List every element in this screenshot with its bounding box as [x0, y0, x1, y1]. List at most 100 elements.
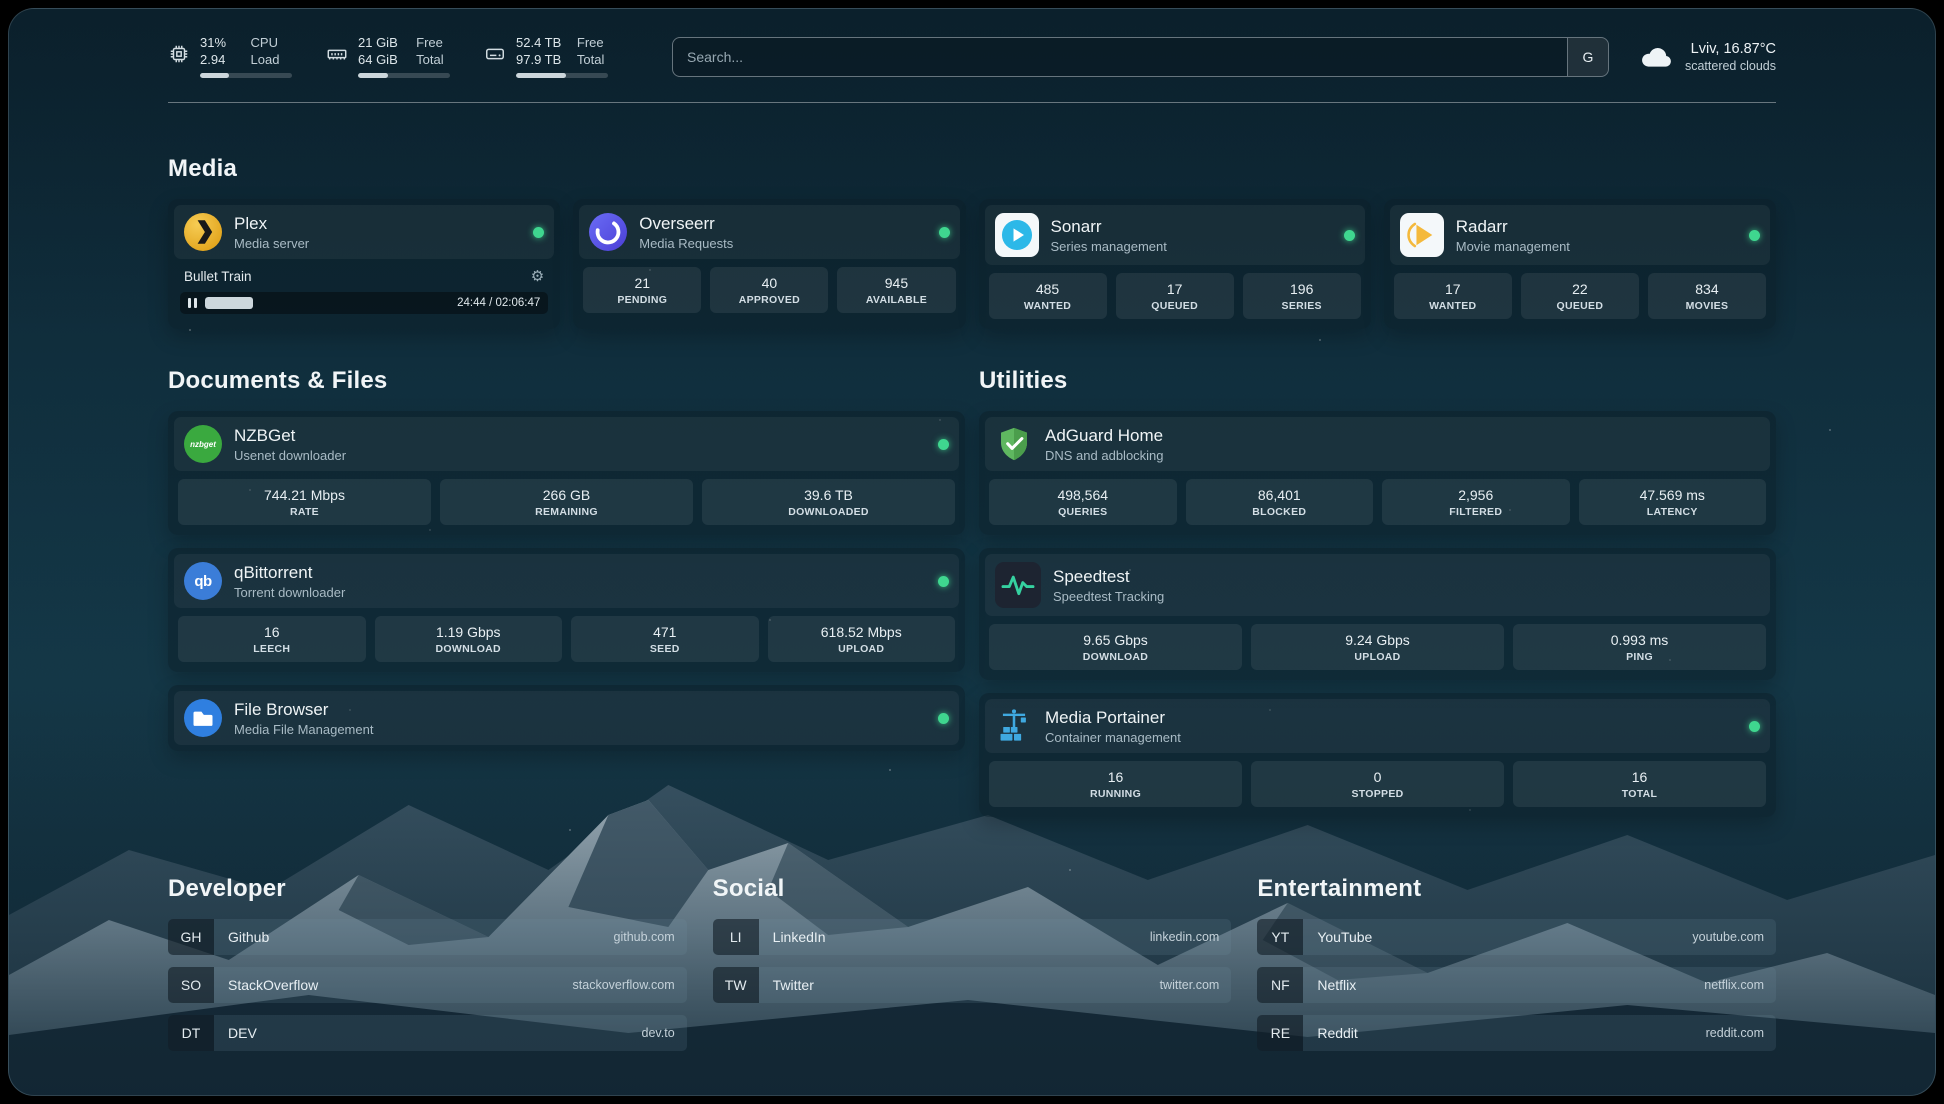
- pause-button[interactable]: [188, 298, 197, 308]
- speedtest-icon: [995, 562, 1041, 608]
- bookmark-name: DEV: [228, 1025, 257, 1041]
- status-dot: [938, 439, 949, 450]
- disk-icon: [484, 43, 506, 65]
- media-card-grid: Plex Media server Bullet Train ⚙ 24:44 /…: [168, 199, 1776, 329]
- stat-label: RUNNING: [993, 788, 1238, 800]
- memory-total-label: Total: [416, 52, 450, 68]
- section-title-media: Media: [168, 155, 1776, 183]
- qbittorrent-icon: qb: [184, 562, 222, 600]
- card-sonarr-stats: 485 WANTED 17 QUEUED 196 SERIES: [989, 273, 1361, 319]
- stat-value: 86,401: [1190, 487, 1370, 503]
- stat-value: 266 GB: [444, 487, 689, 503]
- disk-usage-bar: [516, 73, 608, 78]
- section-title-developer: Developer: [168, 875, 687, 903]
- cpu-usage-bar: [200, 73, 292, 78]
- bookmark-abbr: GH: [168, 919, 214, 955]
- card-speedtest-link[interactable]: Speedtest Speedtest Tracking: [985, 554, 1770, 616]
- card-adguard-link[interactable]: AdGuard Home DNS and adblocking: [985, 417, 1770, 471]
- bookmark-abbr: YT: [1257, 919, 1303, 955]
- cpu-percent: 31%: [200, 35, 239, 51]
- card-filebrowser: File Browser Media File Management: [168, 685, 965, 751]
- card-sonarr: Sonarr Series management 485 WANTED 17 Q…: [979, 199, 1371, 329]
- card-overseerr-link[interactable]: Overseerr Media Requests: [579, 205, 959, 259]
- stat-value: 17: [1120, 281, 1230, 297]
- status-dot: [1749, 721, 1760, 732]
- stat-value: 21: [587, 275, 697, 291]
- bookmark-abbr: TW: [713, 967, 759, 1003]
- card-radarr-link[interactable]: Radarr Movie management: [1390, 205, 1770, 265]
- bookmark-url: netflix.com: [1704, 978, 1764, 992]
- stat-value: 485: [993, 281, 1103, 297]
- stat-label: QUERIES: [993, 506, 1173, 518]
- cloud-icon: [1639, 44, 1673, 70]
- bookmark-netflix[interactable]: NF Netflix netflix.com: [1257, 967, 1776, 1003]
- bookmark-url: github.com: [614, 930, 675, 944]
- sonarr-icon: [995, 213, 1039, 257]
- stat-ping: 0.993 ms PING: [1513, 624, 1766, 670]
- stat-stopped: 0 STOPPED: [1251, 761, 1504, 807]
- stat-remaining: 266 GB REMAINING: [440, 479, 693, 525]
- dashboard-window: 31% CPU 2.94 Load 21: [8, 8, 1936, 1096]
- bookmark-url: twitter.com: [1160, 978, 1220, 992]
- overseerr-icon: [589, 213, 627, 251]
- stat-value: 744.21 Mbps: [182, 487, 427, 503]
- bookmark-name: Github: [228, 929, 269, 945]
- gear-icon[interactable]: ⚙: [531, 269, 544, 284]
- bookmark-dev[interactable]: DT DEV dev.to: [168, 1015, 687, 1051]
- cpu-load-label: Load: [251, 52, 292, 68]
- stat-value: 47.569 ms: [1583, 487, 1763, 503]
- bookmark-twitter[interactable]: TW Twitter twitter.com: [713, 967, 1232, 1003]
- card-nzbget-stats: 744.21 Mbps RATE 266 GB REMAINING 39.6 T…: [178, 479, 955, 525]
- card-qbittorrent-link[interactable]: qb qBittorrent Torrent downloader: [174, 554, 959, 608]
- stat-approved: 40 APPROVED: [710, 267, 828, 313]
- bookmark-stackoverflow[interactable]: SO StackOverflow stackoverflow.com: [168, 967, 687, 1003]
- section-title-social: Social: [713, 875, 1232, 903]
- stat-label: LATENCY: [1583, 506, 1763, 518]
- topbar-divider: [168, 102, 1776, 103]
- stat-label: LEECH: [182, 643, 362, 655]
- card-portainer-link[interactable]: Media Portainer Container management: [985, 699, 1770, 753]
- card-nzbget-link[interactable]: nzbget NZBGet Usenet downloader: [174, 417, 959, 471]
- stat-running: 16 RUNNING: [989, 761, 1242, 807]
- nzbget-icon-text: nzbget: [190, 440, 216, 449]
- card-sonarr-link[interactable]: Sonarr Series management: [985, 205, 1365, 265]
- stat-total: 16 TOTAL: [1513, 761, 1766, 807]
- plex-icon: [184, 213, 222, 251]
- card-portainer-subtitle: Container management: [1045, 730, 1181, 745]
- card-portainer-stats: 16 RUNNING 0 STOPPED 16 TOTAL: [989, 761, 1766, 807]
- bookmark-youtube[interactable]: YT YouTube youtube.com: [1257, 919, 1776, 955]
- card-qbittorrent-stats: 16 LEECH 1.19 Gbps DOWNLOAD 471 SEED: [178, 616, 955, 662]
- stat-label: REMAINING: [444, 506, 689, 518]
- bookmark-name: LinkedIn: [773, 929, 826, 945]
- stat-wanted: 485 WANTED: [989, 273, 1107, 319]
- search-provider-button[interactable]: G: [1567, 38, 1608, 76]
- stat-value: 39.6 TB: [706, 487, 951, 503]
- memory-free-label: Free: [416, 35, 450, 51]
- card-filebrowser-link[interactable]: File Browser Media File Management: [174, 691, 959, 745]
- bookmark-github[interactable]: GH Github github.com: [168, 919, 687, 955]
- bookmark-reddit[interactable]: RE Reddit reddit.com: [1257, 1015, 1776, 1051]
- qbittorrent-icon-text: qb: [194, 573, 211, 590]
- stat-blocked: 86,401 BLOCKED: [1186, 479, 1374, 525]
- bookmark-name: Twitter: [773, 977, 814, 993]
- memory-free: 21 GiB: [358, 35, 404, 51]
- bookmark-linkedin[interactable]: LI LinkedIn linkedin.com: [713, 919, 1232, 955]
- stat-value: 471: [575, 624, 755, 640]
- section-title-utilities: Utilities: [979, 367, 1776, 395]
- plex-progress-track[interactable]: [205, 297, 449, 309]
- stat-label: MOVIES: [1652, 300, 1762, 312]
- search-input[interactable]: [673, 38, 1567, 76]
- nzbget-icon: nzbget: [184, 425, 222, 463]
- bookmark-abbr: NF: [1257, 967, 1303, 1003]
- stat-label: SEED: [575, 643, 755, 655]
- stat-available: 945 AVAILABLE: [837, 267, 955, 313]
- stat-series: 196 SERIES: [1243, 273, 1361, 319]
- card-adguard-subtitle: DNS and adblocking: [1045, 448, 1164, 463]
- card-sonarr-name: Sonarr: [1051, 217, 1167, 237]
- memory-total: 64 GiB: [358, 52, 404, 68]
- weather-location: Lviv, 16.87°C: [1685, 41, 1776, 57]
- card-plex-link[interactable]: Plex Media server: [174, 205, 554, 259]
- stat-leech: 16 LEECH: [178, 616, 366, 662]
- cpu-label: CPU: [251, 35, 292, 51]
- card-adguard-stats: 498,564 QUERIES 86,401 BLOCKED 2,956 FIL…: [989, 479, 1766, 525]
